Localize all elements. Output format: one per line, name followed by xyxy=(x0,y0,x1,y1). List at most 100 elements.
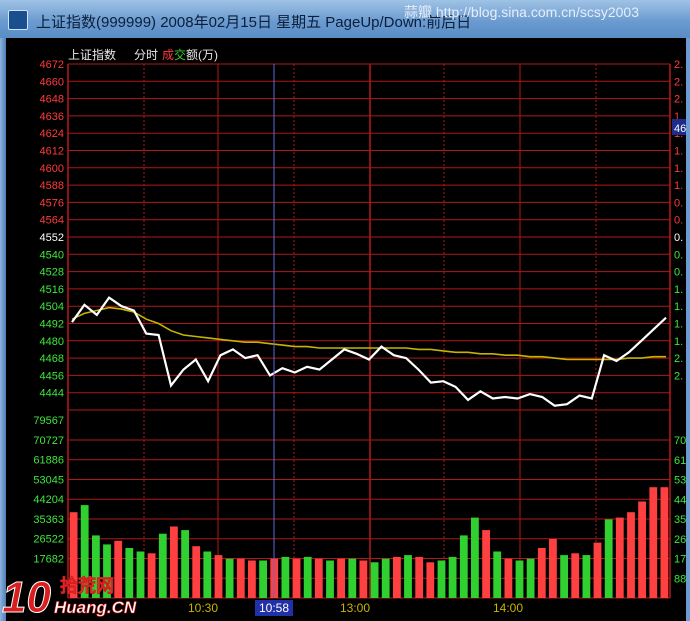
legend-mode: 分时 xyxy=(134,48,158,62)
watermark-text: 蒜瓣 http://blog.sina.com.cn/scsy2003 xyxy=(404,4,639,20)
volume-bar xyxy=(203,551,212,598)
percent-tick-label: 1. xyxy=(674,336,683,348)
logo-url: Huang.CN xyxy=(54,598,137,617)
volume-bar xyxy=(359,560,368,598)
price-tick-label: 4492 xyxy=(40,319,64,331)
intraday-chart[interactable]: 4672 4660 4648 4636 4624 4612 4600 4588 4576 4564… xyxy=(6,38,686,621)
volume-bar xyxy=(471,517,479,598)
percent-tick-label: 0. xyxy=(674,232,683,244)
price-tick-label: 4648 xyxy=(40,94,64,106)
volume-bar xyxy=(660,487,669,598)
volume-bar xyxy=(281,556,290,598)
volume-bar xyxy=(192,546,201,598)
volume-bar xyxy=(649,487,658,598)
percent-tick-label: 0. xyxy=(674,197,683,209)
legend-volume-b: 交 xyxy=(174,47,186,62)
percent-tick-label: 1. xyxy=(674,180,683,192)
legend-name: 上证指数 xyxy=(68,47,116,62)
price-tick-label: 4576 xyxy=(40,197,64,209)
volume-percent-label: 70 xyxy=(674,435,686,447)
volume-bar xyxy=(615,517,624,598)
volume-bar xyxy=(292,558,301,598)
percent-tick-label: 2. xyxy=(674,94,683,106)
volume-percent-label: 61 xyxy=(674,455,686,467)
volume-bar xyxy=(459,535,468,598)
price-tick-label: 4660 xyxy=(40,76,64,88)
volume-bar xyxy=(437,560,446,598)
volume-tick-label: 53045 xyxy=(33,474,64,486)
price-tick-label: 4468 xyxy=(40,353,64,365)
price-tick-label: 4528 xyxy=(40,267,64,279)
volume-bar xyxy=(170,526,178,598)
percent-tick-label: 2. xyxy=(674,353,683,365)
volume-percent-label: 44 xyxy=(674,494,686,506)
price-tick-label: 4564 xyxy=(40,215,64,227)
price-tick-label: 4672 xyxy=(40,59,64,71)
volume-bar xyxy=(248,560,256,598)
volume-bar xyxy=(426,562,435,598)
volume-tick-label: 35363 xyxy=(33,514,64,526)
volume-bar xyxy=(560,555,568,598)
volume-bar xyxy=(448,556,457,598)
percent-tick-label: 2. xyxy=(674,370,683,382)
price-tick-label: 4456 xyxy=(40,370,64,382)
percent-tick-label: 0. xyxy=(674,215,683,227)
volume-bar xyxy=(593,542,602,598)
price-tick-label: 4540 xyxy=(40,249,64,261)
logo-number: 10 xyxy=(2,573,51,621)
legend-volume-c: 额(万) xyxy=(186,48,218,62)
legend-volume-a: 成 xyxy=(162,48,174,62)
percent-tick-label: 0. xyxy=(674,267,683,279)
volume-bar xyxy=(259,560,267,598)
percent-tick-label: 1. xyxy=(674,319,683,331)
price-tick-label: 4516 xyxy=(40,284,64,296)
volume-bar xyxy=(415,556,424,598)
volume-bar xyxy=(537,548,546,598)
volume-percent-label: 35 xyxy=(674,514,686,526)
volume-bar xyxy=(571,553,580,598)
volume-percent-label: 17 xyxy=(674,554,686,566)
price-tick-label: 4504 xyxy=(40,301,64,313)
volume-bar xyxy=(604,519,613,598)
volume-bar xyxy=(381,558,390,598)
volume-percent-label: 26 xyxy=(674,534,686,546)
chart-legend: 上证指数 分时 成交额(万) xyxy=(68,47,218,62)
current-value-tag-text: 46 xyxy=(674,123,686,135)
time-label: 10:58 xyxy=(259,601,289,615)
volume-bar xyxy=(225,558,234,598)
volume-tick-label: 44204 xyxy=(33,494,64,506)
price-tick-label: 4588 xyxy=(40,180,64,192)
percent-tick-label: 0. xyxy=(674,249,683,261)
volume-bar xyxy=(303,556,312,598)
volume-bar xyxy=(181,530,189,598)
price-tick-label: 4624 xyxy=(40,128,64,140)
title-bar: 上证指数(999999) 2008年02月15日 星期五 PageUp/Down… xyxy=(0,0,690,38)
percent-tick-label: 1. xyxy=(674,301,683,313)
volume-bar xyxy=(482,530,490,598)
time-label: 14:00 xyxy=(493,601,523,615)
time-label: 10:30 xyxy=(188,601,218,615)
volume-bar xyxy=(549,539,557,598)
app-icon[interactable] xyxy=(8,10,28,30)
volume-bar xyxy=(348,558,357,598)
percent-tick-label: 1. xyxy=(674,146,683,158)
volume-percent-label: 53 xyxy=(674,475,686,487)
price-tick-label: 4612 xyxy=(40,146,64,158)
site-logo: 10 拾荒网 Huang.CN xyxy=(2,573,138,621)
volume-bar xyxy=(158,533,167,598)
volume-bar xyxy=(393,556,401,598)
volume-bar xyxy=(526,558,535,598)
volume-tick-label: 17682 xyxy=(33,553,64,565)
volume-bar xyxy=(504,558,513,598)
volume-percent-label: 88 xyxy=(674,573,686,585)
percent-tick-label: 1. xyxy=(674,163,683,175)
percent-tick-label: 2. xyxy=(674,59,683,71)
price-tick-label: 4480 xyxy=(40,336,64,348)
volume-bar xyxy=(638,501,646,598)
percent-tick-label: 1. xyxy=(674,284,683,296)
time-label: 13:00 xyxy=(340,601,370,615)
price-tick-label: 4444 xyxy=(40,388,64,400)
volume-tick-label: 70727 xyxy=(33,435,64,447)
volume-tick-label: 26522 xyxy=(33,534,64,546)
volume-bar xyxy=(214,555,223,598)
